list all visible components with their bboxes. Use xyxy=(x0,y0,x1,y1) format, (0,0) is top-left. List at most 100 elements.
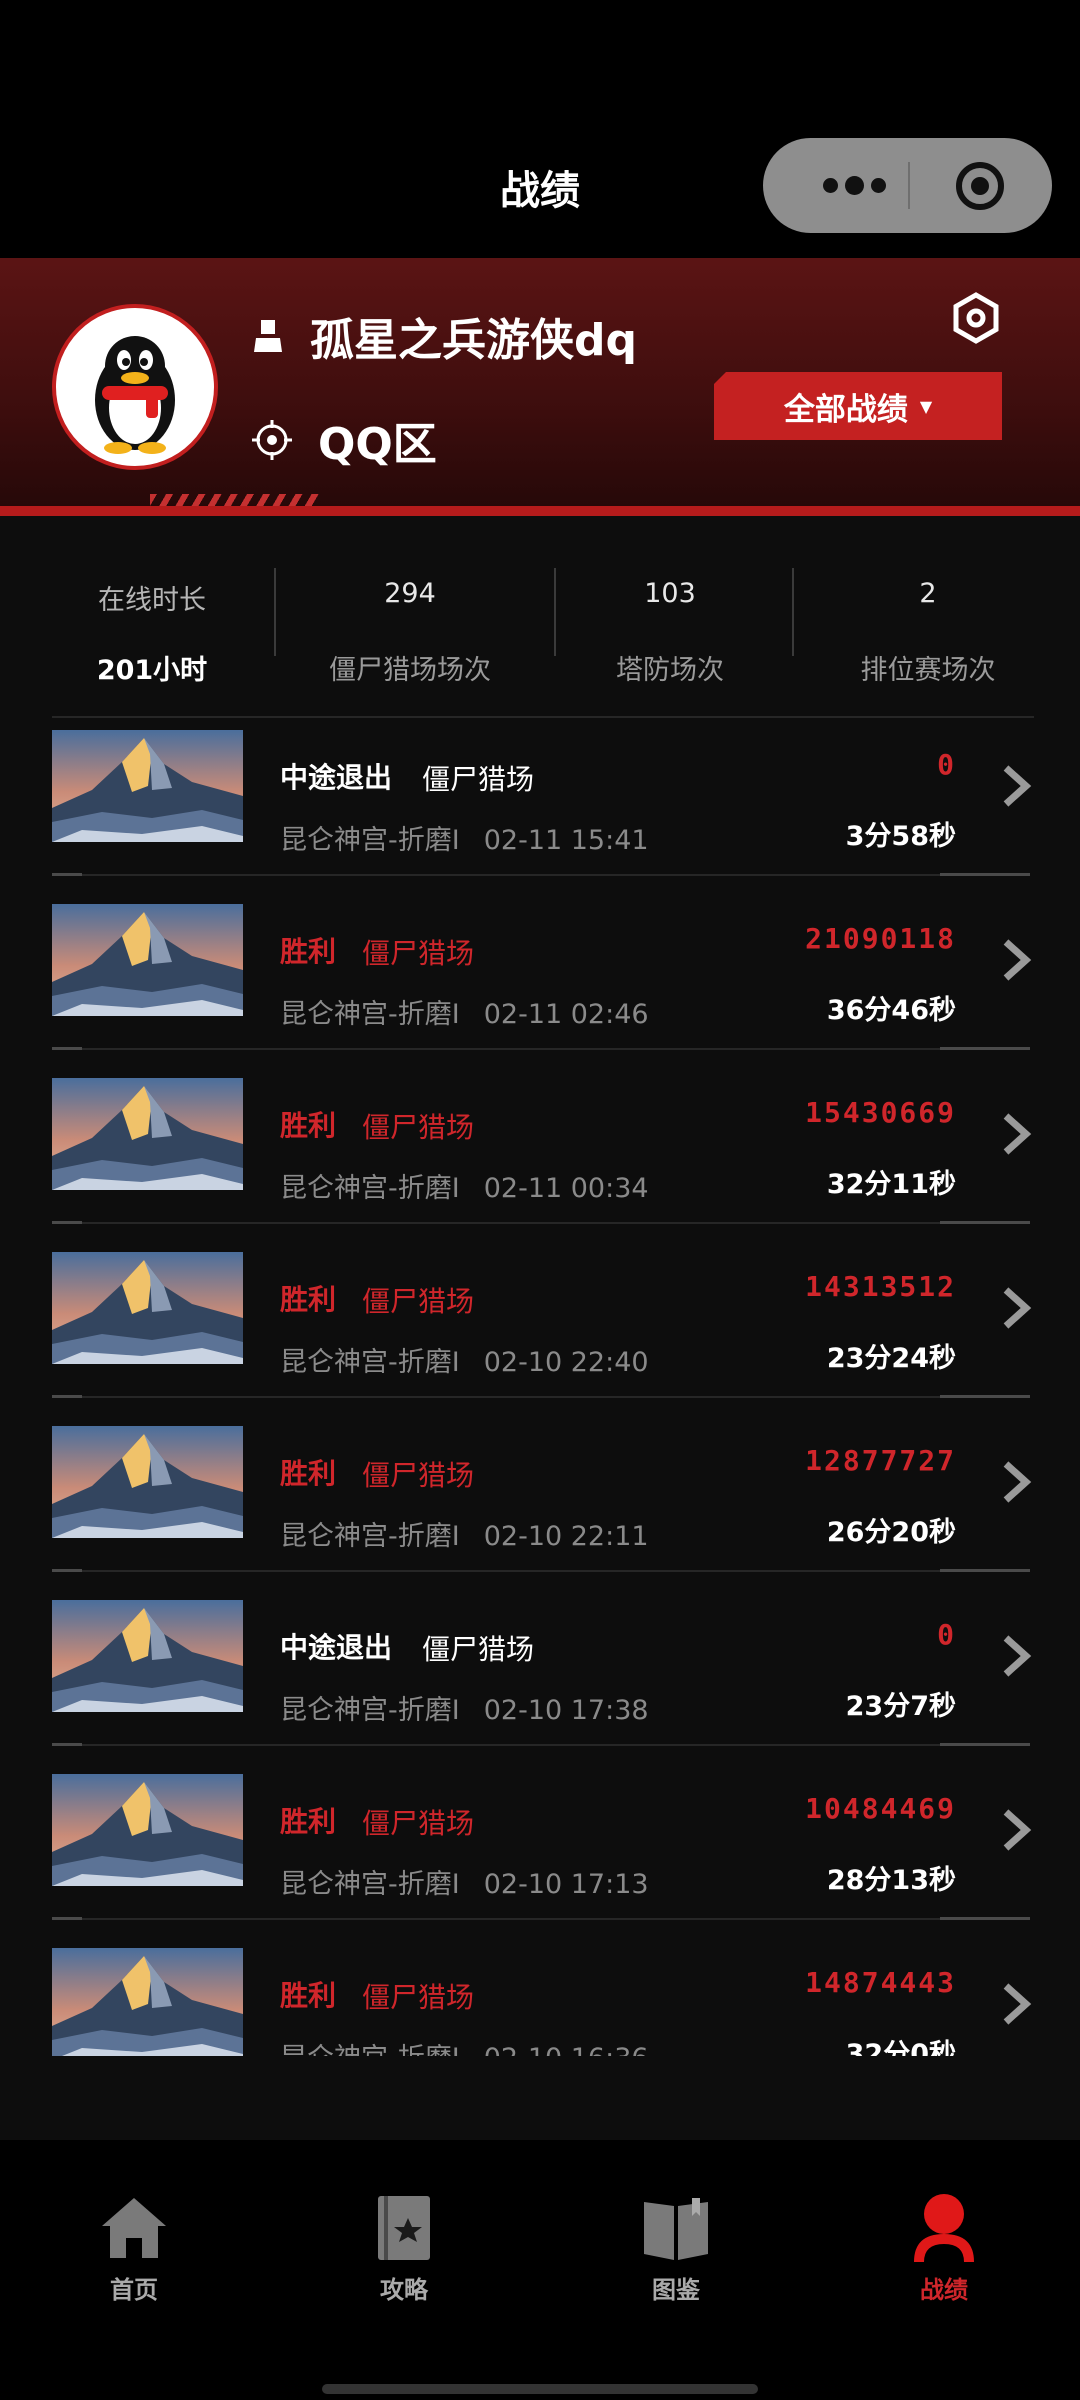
record-map: 昆仑神宫-折磨I xyxy=(280,1695,460,1726)
mountain-image xyxy=(52,1078,243,1190)
record-time: 02-10 17:13 xyxy=(483,1869,649,1900)
decor-redline xyxy=(0,506,1080,516)
record-map: 昆仑神宫-折磨I xyxy=(280,1173,460,1204)
record-map-time: 昆仑神宫-折磨I 02-11 02:46 xyxy=(280,992,649,1031)
record-map-time: 昆仑神宫-折磨I 02-11 15:41 xyxy=(280,818,649,857)
record-map-time: 昆仑神宫-折磨I 02-10 17:38 xyxy=(280,1688,649,1727)
crosshair-icon xyxy=(252,420,292,460)
stat-tower-count: 103 塔防场次 xyxy=(570,556,770,696)
more-icon[interactable] xyxy=(823,138,933,233)
record-row[interactable]: 胜利 僵尸猎场 昆仑神宫-折磨I 02-11 00:34 15430669 32分… xyxy=(0,1066,1080,1240)
chevron-right-icon xyxy=(1003,1461,1032,1503)
record-mode: 僵尸猎场 xyxy=(362,1111,475,1144)
record-mode: 僵尸猎场 xyxy=(362,1981,475,2014)
close-target-icon[interactable] xyxy=(956,162,1004,210)
record-time: 02-10 22:40 xyxy=(483,1347,649,1378)
record-duration: 26分20秒 xyxy=(826,1517,956,1548)
stat-value: 103 xyxy=(644,578,696,609)
record-map: 昆仑神宫-折磨I xyxy=(280,825,460,856)
user-icon xyxy=(254,320,282,352)
nav-codex[interactable]: 图鉴 xyxy=(616,2192,736,2305)
stat-divider xyxy=(274,568,276,656)
record-result: 中途退出 xyxy=(280,761,393,794)
record-mode: 僵尸猎场 xyxy=(362,1807,475,1840)
record-duration: 32分0秒 xyxy=(845,2039,956,2056)
record-duration: 23分7秒 xyxy=(845,1691,956,1722)
record-duration: 36分46秒 xyxy=(826,995,956,1026)
record-map-time: 昆仑神宫-折磨I 02-10 16:36 xyxy=(280,2036,649,2056)
chevron-right-icon xyxy=(1003,1983,1032,2025)
row-divider xyxy=(52,1221,1030,1224)
avatar[interactable] xyxy=(52,304,218,470)
player-name: 孤星之兵游侠dq xyxy=(310,315,637,366)
record-row[interactable]: 胜利 僵尸猎场 昆仑神宫-折磨I 02-10 22:11 12877727 26分… xyxy=(0,1414,1080,1588)
area-row: QQ区 xyxy=(252,410,437,470)
record-duration: 28分13秒 xyxy=(826,1865,956,1896)
stat-divider xyxy=(792,568,794,656)
stat-ranked-count: 2 排位赛场次 xyxy=(830,556,1026,696)
record-row[interactable]: 胜利 僵尸猎场 昆仑神宫-折磨I 02-10 22:40 14313512 23分… xyxy=(0,1240,1080,1414)
stat-label: 在线时长 xyxy=(98,585,206,616)
mountain-image xyxy=(52,730,243,842)
chevron-right-icon xyxy=(1003,765,1032,807)
record-mode: 僵尸猎场 xyxy=(422,1633,535,1666)
home-icon xyxy=(102,2198,166,2258)
map-thumbnail xyxy=(52,1600,243,1712)
record-map: 昆仑神宫-折磨I xyxy=(280,999,460,1030)
chevron-right-icon xyxy=(1003,1113,1032,1155)
stat-label: 排位赛场次 xyxy=(860,655,996,686)
record-list: 中途退出 僵尸猎场 昆仑神宫-折磨I 02-11 15:41 0 3分58秒 胜… xyxy=(0,718,1080,2056)
settings-hex-icon[interactable] xyxy=(950,292,1002,344)
qq-penguin-icon xyxy=(95,336,175,454)
record-result: 胜利 xyxy=(280,1109,337,1142)
record-map: 昆仑神宫-折磨I xyxy=(280,1521,460,1552)
record-map: 昆仑神宫-折磨I xyxy=(280,2043,460,2056)
mountain-image xyxy=(52,1600,243,1712)
nav-home[interactable]: 首页 xyxy=(74,2192,194,2305)
user-icon xyxy=(914,2194,974,2262)
mountain-image xyxy=(52,1774,243,1886)
record-time: 02-10 17:38 xyxy=(483,1695,649,1726)
chevron-right-icon xyxy=(1003,1635,1032,1677)
record-time: 02-11 15:41 xyxy=(483,825,649,856)
stat-label: 僵尸猎场场次 xyxy=(329,655,491,686)
miniprogram-capsule xyxy=(763,138,1052,233)
stat-value: 201小时 xyxy=(96,655,208,686)
stats-bar: 在线时长 201小时 294 僵尸猎场场次 103 塔防场次 2 排位赛场次 xyxy=(0,556,1080,696)
record-result: 中途退出 xyxy=(280,1631,393,1664)
row-divider xyxy=(52,1743,1030,1746)
map-thumbnail xyxy=(52,1426,243,1538)
map-thumbnail xyxy=(52,1948,243,2056)
map-thumbnail xyxy=(52,730,243,842)
record-row[interactable]: 胜利 僵尸猎场 昆仑神宫-折磨I 02-10 16:36 14874443 32分… xyxy=(0,1936,1080,2056)
decor-stripes xyxy=(150,494,320,506)
mountain-image xyxy=(52,1948,243,2056)
map-thumbnail xyxy=(52,1252,243,1364)
stat-value: 2 xyxy=(919,578,937,609)
chevron-right-icon xyxy=(1003,1287,1032,1329)
record-row[interactable]: 中途退出 僵尸猎场 昆仑神宫-折磨I 02-11 15:41 0 3分58秒 xyxy=(0,718,1080,892)
record-duration: 23分24秒 xyxy=(826,1343,956,1374)
record-row[interactable]: 胜利 僵尸猎场 昆仑神宫-折磨I 02-10 17:13 10484469 28分… xyxy=(0,1762,1080,1936)
nav-label: 战绩 xyxy=(920,2276,968,2304)
map-thumbnail xyxy=(52,904,243,1016)
stat-hunt-count: 294 僵尸猎场场次 xyxy=(300,556,520,696)
nav-guide[interactable]: 攻略 xyxy=(344,2192,464,2305)
stat-online-time: 在线时长 201小时 xyxy=(52,556,252,696)
record-score: 0 xyxy=(937,748,956,781)
record-result: 胜利 xyxy=(280,1979,337,2012)
record-score: 10484469 xyxy=(805,1792,956,1825)
record-score: 14313512 xyxy=(805,1270,956,1303)
record-row[interactable]: 中途退出 僵尸猎场 昆仑神宫-折磨I 02-10 17:38 0 23分7秒 xyxy=(0,1588,1080,1762)
home-indicator xyxy=(322,2384,758,2394)
record-mode: 僵尸猎场 xyxy=(362,1285,475,1318)
mountain-image xyxy=(52,1426,243,1538)
record-score: 0 xyxy=(937,1618,956,1651)
record-filter-button[interactable]: 全部战绩 ▼ xyxy=(714,372,1002,440)
record-row[interactable]: 胜利 僵尸猎场 昆仑神宫-折磨I 02-11 02:46 21090118 36分… xyxy=(0,892,1080,1066)
user-row: 孤星之兵游侠dq xyxy=(252,306,637,366)
top-bar: 战绩 xyxy=(0,0,1080,258)
nav-records[interactable]: 战绩 xyxy=(884,2192,1004,2305)
record-duration: 3分58秒 xyxy=(845,821,956,852)
record-map-time: 昆仑神宫-折磨I 02-10 22:11 xyxy=(280,1514,649,1553)
